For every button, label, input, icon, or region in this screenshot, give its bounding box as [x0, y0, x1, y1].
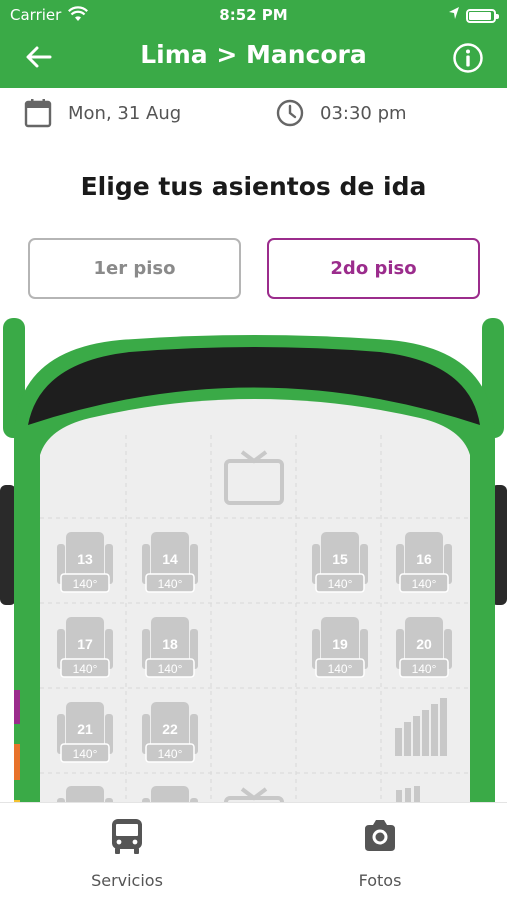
seat-recline-angle: 140° — [73, 662, 98, 676]
arrow-left-icon — [26, 46, 52, 68]
first-floor-tab[interactable]: 1er piso — [28, 238, 241, 299]
floor-marker-purple — [14, 690, 20, 724]
app-header: Carrier 8:52 PM Lima > Mancora — [0, 0, 507, 88]
seat-recline-angle: 140° — [412, 662, 437, 676]
status-bar: Carrier 8:52 PM — [0, 0, 507, 30]
seat-recline-angle: 140° — [73, 577, 98, 591]
seat-number: 13 — [77, 551, 93, 567]
seat-recline-angle: 140° — [73, 747, 98, 761]
bus-seat-map: 13 140° 14 140° 15 140° 16 140° 17 140° 18 140° 19 14… — [0, 310, 507, 805]
seat-recline-angle: 140° — [158, 577, 183, 591]
location-arrow-icon — [448, 6, 460, 24]
seat-number: 16 — [416, 551, 432, 567]
seat-number: 22 — [162, 721, 178, 737]
tab-servicios[interactable]: Servicios — [47, 817, 207, 890]
clock-time: 8:52 PM — [219, 6, 288, 24]
info-button[interactable] — [452, 42, 484, 74]
seat-number: 19 — [332, 636, 348, 652]
trip-date: Mon, 31 Aug — [24, 96, 181, 130]
seat-recline-angle: 140° — [158, 662, 183, 676]
trip-time: 03:30 pm — [276, 96, 407, 130]
floor-marker-orange — [14, 744, 20, 780]
seat-number: 17 — [77, 636, 93, 652]
seat-number: 20 — [416, 636, 432, 652]
bottom-tab-bar: Servicios Fotos — [0, 802, 507, 900]
calendar-icon — [24, 99, 52, 128]
seat-selection-heading: Elige tus asientos de ida — [80, 172, 427, 201]
trip-date-text: Mon, 31 Aug — [68, 102, 182, 124]
second-floor-tab[interactable]: 2do piso — [267, 238, 480, 299]
left-wheel — [0, 485, 16, 605]
seat-recline-angle: 140° — [158, 747, 183, 761]
info-icon — [453, 43, 483, 73]
tab-servicios-label: Servicios — [91, 871, 163, 890]
seat-recline-angle: 140° — [412, 577, 437, 591]
trip-time-text: 03:30 pm — [320, 102, 407, 124]
camera-icon — [365, 820, 395, 851]
tab-fotos-label: Fotos — [358, 871, 402, 890]
seat-recline-angle: 140° — [328, 577, 353, 591]
back-button[interactable] — [24, 42, 54, 72]
seat-number: 15 — [332, 551, 348, 567]
seat-number: 21 — [77, 721, 93, 737]
route-title: Lima > Mancora — [140, 40, 367, 69]
battery-icon — [466, 9, 499, 23]
seat-recline-angle: 140° — [328, 662, 353, 676]
clock-icon — [276, 99, 304, 127]
bus-icon — [112, 819, 142, 854]
seat-number: 14 — [162, 551, 178, 567]
tab-fotos[interactable]: Fotos — [300, 817, 460, 890]
seat-number: 18 — [162, 636, 178, 652]
